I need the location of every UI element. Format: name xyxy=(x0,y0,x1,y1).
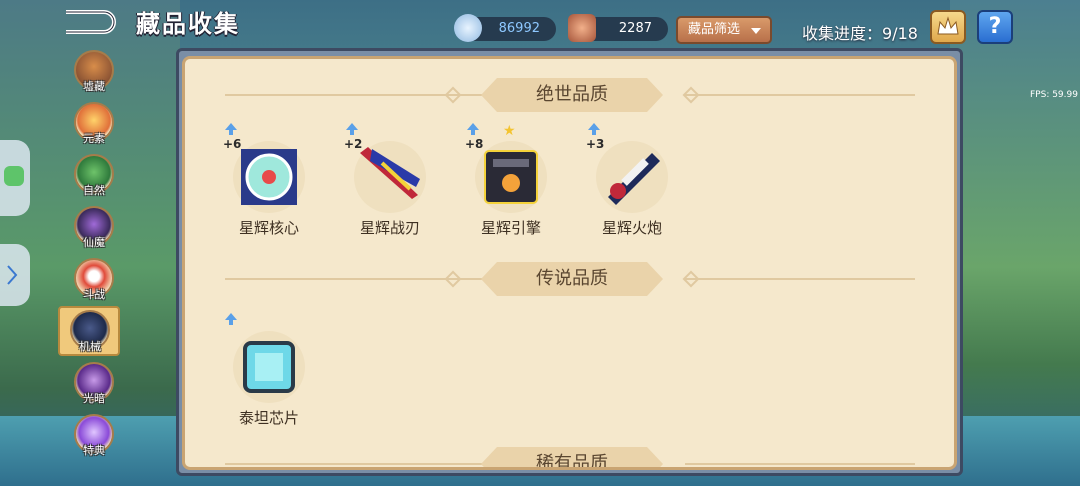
ore-value: 2287 xyxy=(618,21,652,36)
upgrade-arrow-icon xyxy=(225,313,237,325)
divider-diamond xyxy=(444,86,462,104)
expand-side-tab[interactable] xyxy=(0,244,30,306)
chevron-right-icon xyxy=(7,265,18,285)
collection-progress: 收集进度：9/18 xyxy=(802,24,918,43)
collection-item[interactable]: 泰坦芯片 xyxy=(219,313,319,431)
collection-item[interactable]: ★ +8 星辉引擎 xyxy=(461,123,561,241)
chat-icon xyxy=(4,166,24,186)
upgrade-arrow-icon xyxy=(467,123,479,135)
section-divider xyxy=(685,463,915,465)
crystal-resource: 86992 xyxy=(454,14,556,42)
titan-chip-icon xyxy=(233,331,305,403)
divider-diamond xyxy=(444,270,462,288)
background-right xyxy=(950,0,1080,486)
category-item-2[interactable]: 元素 xyxy=(72,102,116,152)
filter-button[interactable]: 藏品筛选 xyxy=(676,16,772,44)
chevron-down-icon xyxy=(751,28,761,34)
section-title-legend: 传说品质 xyxy=(481,262,663,296)
collection-item[interactable]: +3 星辉火炮 xyxy=(582,123,682,241)
collection-item[interactable]: +6 星辉核心 xyxy=(219,123,319,241)
section-title-epic: 绝世品质 xyxy=(481,78,663,112)
upgrade-arrow-icon xyxy=(588,123,600,135)
filter-label: 藏品筛选 xyxy=(688,22,741,37)
lotus-icon xyxy=(937,16,959,35)
upgrade-arrow-icon xyxy=(225,123,237,135)
category-item-1[interactable]: 墟藏 xyxy=(72,50,116,100)
star-core-icon xyxy=(233,141,305,213)
category-item-6[interactable]: 机械 xyxy=(58,306,122,360)
collection-panel[interactable]: 绝世品质 +6 星辉核心 +2 星辉战刃 ★ +8 星辉引擎 +3 星辉火炮 传… xyxy=(182,56,957,470)
section-divider xyxy=(685,278,915,280)
ore-resource: 2287 xyxy=(568,14,668,42)
category-item-3[interactable]: 自然 xyxy=(72,154,116,204)
help-button[interactable]: ? xyxy=(977,10,1013,44)
star-engine-icon xyxy=(475,141,547,213)
fps-counter: FPS: 59.99 xyxy=(1030,90,1078,100)
section-divider xyxy=(685,94,915,96)
back-icon[interactable] xyxy=(64,8,116,36)
star-icon: ★ xyxy=(503,123,516,139)
upgrade-arrow-icon xyxy=(346,123,358,135)
chat-side-tab[interactable] xyxy=(0,140,30,216)
crystal-value: 86992 xyxy=(498,21,540,36)
section-title-rare: 稀有品质 xyxy=(481,447,663,467)
star-cannon-icon xyxy=(596,141,668,213)
reward-button[interactable] xyxy=(930,10,966,44)
star-blade-icon xyxy=(354,141,426,213)
category-item-4[interactable]: 仙魔 xyxy=(72,206,116,256)
ore-icon xyxy=(568,14,596,42)
collection-item[interactable]: +2 星辉战刃 xyxy=(340,123,440,241)
page-title: 藏品收集 xyxy=(136,10,240,38)
category-item-7[interactable]: 光暗 xyxy=(72,362,116,412)
category-item-8[interactable]: 特典 xyxy=(72,414,116,464)
category-item-5[interactable]: 斗战 xyxy=(72,258,116,308)
section-divider xyxy=(225,463,485,465)
crystal-icon xyxy=(454,14,482,42)
